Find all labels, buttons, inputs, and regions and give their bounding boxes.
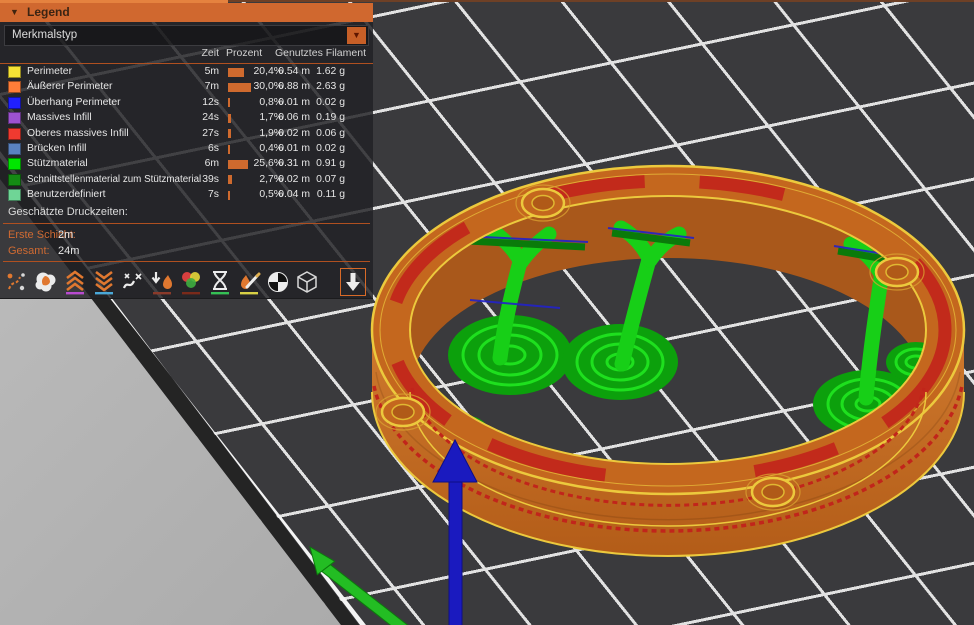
legend-row-top-solid-infill[interactable]: Oberes massives Infill 27s 1,9% 0.02 m 0.06 … [0, 127, 373, 142]
filament-length: 0.04 m [278, 189, 310, 201]
first-layer-value: 2m [58, 229, 74, 241]
feature-label: Massives Infill [27, 112, 92, 124]
legend-row-support-material[interactable]: Stützmaterial 6m 25,6% 0.31 m 0.91 g [0, 157, 373, 172]
filament-weight: 0.06 g [316, 127, 345, 139]
percent-bar [228, 129, 231, 139]
preview-options-toolbar [5, 266, 366, 298]
feature-type-combobox[interactable]: Merkmalstyp ▼ [4, 25, 369, 46]
filament-weight: 0.91 g [316, 158, 345, 170]
time-value: 12s [202, 96, 219, 108]
legend-title: Legend [27, 5, 70, 19]
legend-row-external-perimeter[interactable]: Äußerer Perimeter 7m 30,0% 0.88 m 2.63 g [0, 80, 373, 95]
filament-weight: 0.02 g [316, 143, 345, 154]
filament-toggle-icon[interactable] [340, 268, 366, 296]
percent-bar [228, 82, 251, 92]
time-value: 27s [202, 127, 219, 139]
feature-label: Brücken Infill [27, 143, 87, 154]
feature-label: Überhang Perimeter [27, 96, 121, 108]
filament-length: 0.02 m [278, 173, 310, 185]
filament-length: 0.01 m [278, 96, 310, 108]
percent-bar [228, 67, 244, 77]
time-value: 7m [204, 81, 219, 93]
percent-bar [228, 113, 231, 123]
color-swatch [8, 81, 21, 94]
collapse-triangle-icon[interactable]: ▼ [10, 3, 19, 22]
pause-prints-icon[interactable] [208, 268, 232, 296]
filament-weight: 0.11 g [316, 189, 345, 201]
legend-row-custom[interactable]: Benutzerdefiniert 7s 0,5% 0.04 m 0.11 g [0, 188, 373, 203]
color-swatch [8, 143, 21, 155]
percent-bar [228, 144, 230, 154]
tool-changes-icon[interactable] [150, 268, 174, 296]
time-value: 7s [208, 189, 219, 201]
retractions-icon[interactable] [63, 268, 87, 296]
color-swatch [8, 173, 21, 186]
filament-length: 0.02 m [278, 127, 310, 139]
travels-icon[interactable] [5, 268, 29, 296]
column-header-time: Zeit [201, 47, 219, 59]
filament-length: 0.01 m [278, 143, 310, 154]
legend-row-perimeter[interactable]: Perimeter 5m 20,4% 0.54 m 1.62 g [0, 65, 373, 80]
legend-row-support-interface[interactable]: Schnittstellenmaterial zum Stützmaterial… [0, 173, 373, 188]
filament-length: 0.54 m [278, 66, 310, 77]
feature-label: Perimeter [27, 66, 73, 77]
time-value: 6m [204, 158, 219, 170]
divider [3, 261, 370, 262]
legend-header[interactable]: ▼ Legend [0, 3, 373, 22]
header-divider [0, 63, 373, 64]
time-value: 39s [202, 173, 219, 185]
y-axis-arrow [309, 545, 409, 625]
color-swatch [8, 127, 21, 140]
filament-weight: 2.63 g [316, 81, 345, 93]
custom-gcodes-icon[interactable] [237, 268, 261, 296]
time-value: 24s [202, 112, 219, 124]
filament-weight: 0.02 g [316, 96, 345, 108]
color-swatch [8, 112, 21, 125]
feature-label: Stützmaterial [27, 158, 88, 170]
percent-bar [228, 98, 230, 108]
filament-length: 0.06 m [278, 112, 310, 124]
legend-row-bridge-infill[interactable]: Brücken Infill 6s 0,4% 0.01 m 0.02 g [0, 142, 373, 157]
time-value: 5m [204, 66, 219, 77]
color-swatch [8, 66, 21, 78]
seams-icon[interactable] [34, 268, 58, 296]
center-of-gravity-icon[interactable] [266, 268, 290, 296]
feature-label: Benutzerdefiniert [27, 189, 106, 201]
color-swatch [8, 189, 21, 202]
divider [3, 223, 370, 224]
column-header-filament: Genutztes Filament [274, 47, 366, 59]
percent-bar [228, 159, 248, 169]
percent-bar [228, 175, 232, 185]
column-header-percent: Prozent [226, 47, 263, 59]
wipe-icon[interactable] [121, 268, 145, 296]
time-value: 6s [208, 143, 219, 154]
legend-panel: ▼ Legend Merkmalstyp ▼ Zeit Prozent Genu… [0, 3, 373, 299]
color-changes-icon[interactable] [179, 268, 203, 296]
shells-icon[interactable] [295, 268, 319, 296]
deretractions-icon[interactable] [92, 268, 116, 296]
filament-weight: 0.07 g [316, 173, 345, 185]
filament-weight: 1.62 g [316, 66, 345, 77]
filament-length: 0.31 m [278, 158, 310, 170]
print-times-heading: Geschätzte Druckzeiten: [8, 206, 128, 218]
color-swatch [8, 158, 21, 171]
color-swatch [8, 96, 21, 109]
chevron-down-icon[interactable]: ▼ [347, 27, 366, 44]
feature-label: Schnittstellenmaterial zum Stützmaterial [27, 173, 202, 185]
percent-bar [228, 190, 230, 200]
slicer-preview-window: ▼ Legend Merkmalstyp ▼ Zeit Prozent Genu… [0, 0, 974, 625]
legend-row-overhang-perimeter[interactable]: Überhang Perimeter 12s 0,8% 0.01 m 0.02 g [0, 96, 373, 111]
feature-label: Oberes massives Infill [27, 127, 129, 139]
filament-weight: 0.19 g [316, 112, 345, 124]
total-time-label: Gesamt: [8, 245, 50, 257]
feature-type-label: Merkmalstyp [12, 29, 78, 41]
feature-label: Äußerer Perimeter [27, 81, 113, 93]
total-time-value: 24m [58, 245, 80, 257]
legend-row-solid-infill[interactable]: Massives Infill 24s 1,7% 0.06 m 0.19 g [0, 111, 373, 126]
filament-length: 0.88 m [278, 81, 310, 93]
